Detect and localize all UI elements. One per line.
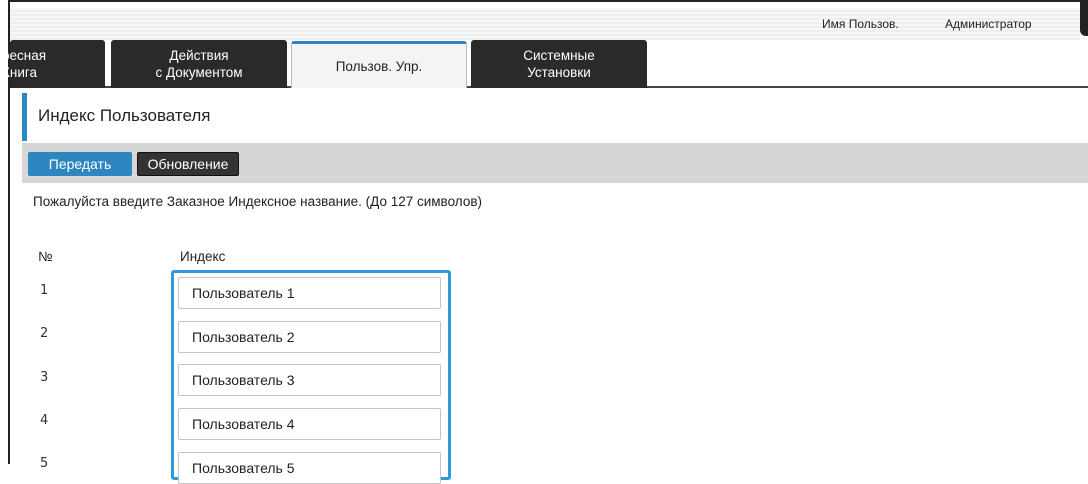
header-corner-decoration [1080, 0, 1088, 36]
row-number: 3 [40, 370, 49, 385]
index-input[interactable] [178, 364, 441, 396]
tab-label-line: Системные [523, 48, 595, 63]
index-input[interactable] [178, 277, 441, 309]
page-title-accent [22, 93, 27, 141]
header-strip [10, 8, 1080, 40]
tab-system-settings[interactable]: Системные Установки [471, 40, 647, 88]
user-name-label: Имя Пользов. [822, 17, 899, 31]
instructions-text: Пожалуйста введите Заказное Индексное на… [33, 194, 482, 209]
update-button[interactable]: Обновление [137, 152, 239, 176]
tab-document-operations[interactable]: Действия с Документом [111, 40, 287, 88]
row-number: 2 [40, 326, 49, 341]
index-input[interactable] [178, 452, 441, 484]
page-title: Индекс Пользователя [38, 106, 211, 125]
submit-button[interactable]: Передать [28, 152, 132, 176]
index-input[interactable] [178, 408, 441, 440]
window-top-border [8, 0, 1088, 8]
tab-user-control[interactable]: Пользов. Упр. [291, 41, 467, 88]
column-header-index: Индекс [180, 249, 226, 264]
index-input[interactable] [178, 321, 441, 353]
tab-label-line: ресная [2, 48, 47, 63]
column-header-number: № [38, 249, 53, 264]
tab-label-line: Книга [2, 65, 37, 80]
row-number: 4 [40, 413, 49, 428]
tab-label-line: Пользов. Упр. [335, 58, 423, 74]
tab-label-line: с Документом [155, 65, 243, 80]
tab-address-book[interactable]: ресная Книга [2, 40, 105, 88]
tab-label-line: Действия [169, 48, 229, 63]
user-name-value[interactable]: Администратор [945, 17, 1032, 31]
tab-label-line: Установки [527, 65, 591, 80]
row-number: 1 [40, 283, 49, 298]
